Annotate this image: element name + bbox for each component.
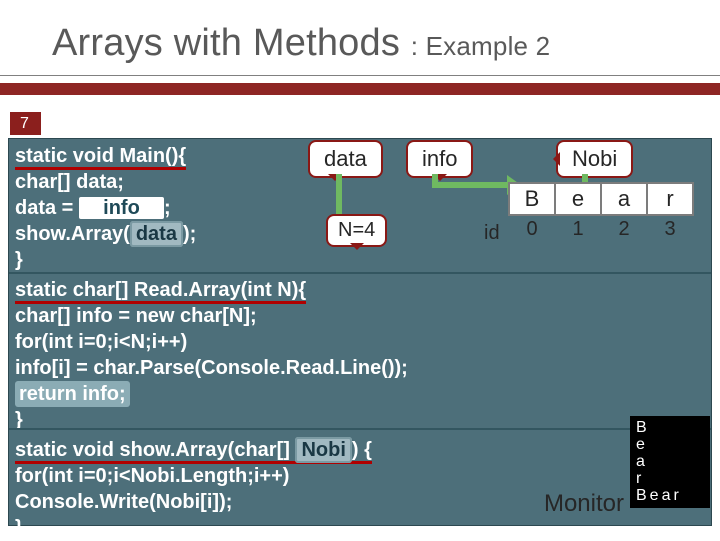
code-line: } xyxy=(15,515,705,541)
console-output: Bear xyxy=(636,487,704,504)
array-index: 1 xyxy=(554,218,602,241)
console-line: B xyxy=(636,419,704,436)
ribbon-red xyxy=(0,83,720,95)
separator-line xyxy=(9,272,711,274)
bubble-n4: N=4 xyxy=(326,214,387,247)
separator-line xyxy=(9,428,711,430)
char-array-table: B e a r id 0 1 2 3 xyxy=(510,182,710,241)
array-index: 0 xyxy=(508,218,556,241)
monitor-label: Monitor xyxy=(544,490,624,518)
array-cell: a xyxy=(600,182,648,216)
title-main: Arrays with Methods xyxy=(52,22,400,64)
code-line: for(int i=0;i<Nobi.Length;i++) xyxy=(15,463,705,489)
param-nobi-box: Nobi xyxy=(295,437,351,463)
ghost-info: info xyxy=(79,197,164,219)
code-line: info[i] = char.Parse(Console.Read.Line()… xyxy=(15,355,705,381)
console-monitor: B e a r Bear xyxy=(630,416,710,508)
array-cell: e xyxy=(554,182,602,216)
array-index: 3 xyxy=(646,218,694,241)
arg-data-box: data xyxy=(130,221,183,247)
array-cell: B xyxy=(508,182,556,216)
arrow-shaft xyxy=(336,174,342,214)
bubble-data: data xyxy=(308,140,383,178)
array-cell: r xyxy=(646,182,694,216)
code-line: return info; xyxy=(15,381,705,407)
code-line: static char[] Read.Array(int N){ xyxy=(15,277,705,303)
console-line: e xyxy=(636,436,704,453)
code-line: for(int i=0;i<N;i++) xyxy=(15,329,705,355)
ribbon-top-line xyxy=(0,75,720,83)
title-sub: : Example 2 xyxy=(411,31,551,61)
console-line: a xyxy=(636,453,704,470)
id-label: id xyxy=(484,222,500,245)
code-line: char[] info = new char[N]; xyxy=(15,303,705,329)
array-index: 2 xyxy=(600,218,648,241)
slide-title: Arrays with Methods : Example 2 xyxy=(0,0,720,75)
bubble-info: info xyxy=(406,140,473,178)
console-line: r xyxy=(636,470,704,487)
code-line: static void show.Array(char[] Nobi) { xyxy=(15,437,705,463)
slide-number-badge: 7 xyxy=(10,112,41,135)
bubble-nobi: Nobi xyxy=(556,140,633,178)
arrow-shaft xyxy=(432,182,512,188)
